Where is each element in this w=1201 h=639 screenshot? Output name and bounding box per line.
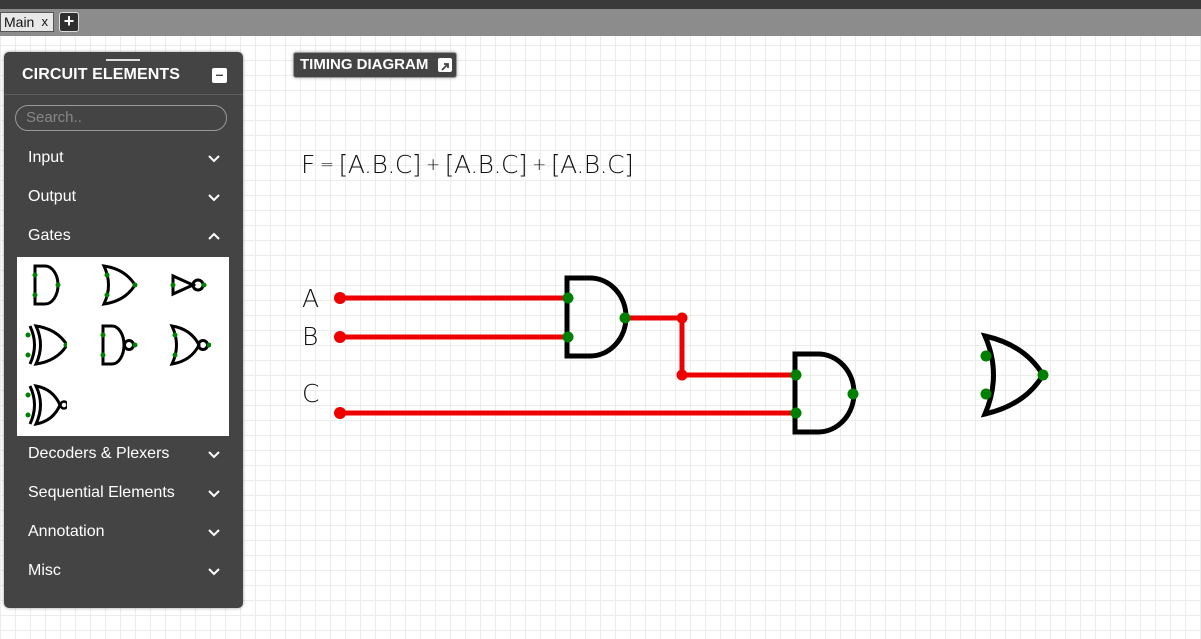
tab-main[interactable]: Main x xyxy=(0,12,54,32)
category-label: Input xyxy=(28,149,64,166)
input-a-node[interactable] xyxy=(334,292,346,304)
panel-title: CIRCUIT ELEMENTS xyxy=(22,66,181,83)
and1-input-pin[interactable] xyxy=(562,292,574,304)
xnor-gate-icon[interactable] xyxy=(23,383,67,427)
equation-term: [A.B.C] xyxy=(550,150,634,179)
category-sequential-elements[interactable]: Sequential Elements xyxy=(4,475,243,514)
input-b-node[interactable] xyxy=(334,331,346,343)
add-tab-button[interactable]: + xyxy=(59,12,79,32)
category-label: Misc xyxy=(28,562,61,579)
equation-equals: = xyxy=(319,155,334,175)
category-label: Gates xyxy=(28,227,71,244)
tab-label: Main xyxy=(4,14,35,30)
not-gate-icon[interactable] xyxy=(167,263,211,307)
and1-input-pin[interactable] xyxy=(562,331,574,343)
or-output-pin[interactable] xyxy=(1037,369,1049,381)
input-label-a[interactable]: A xyxy=(302,284,319,313)
chevron-down-icon xyxy=(208,490,220,498)
wire-and1-to-and2[interactable] xyxy=(622,315,799,378)
gates-palette xyxy=(17,257,229,436)
equation-term: [A.B.C] xyxy=(338,150,422,179)
category-annotation[interactable]: Annotation xyxy=(4,514,243,553)
chevron-down-icon xyxy=(208,529,220,537)
tab-close-button[interactable]: x xyxy=(42,13,49,31)
minimize-button[interactable]: – xyxy=(212,67,227,83)
equation-plus: + xyxy=(532,155,546,175)
and2-input-pin[interactable] xyxy=(790,369,802,381)
category-label: Output xyxy=(28,188,77,205)
panel-divider xyxy=(4,94,243,95)
wire-junction[interactable] xyxy=(676,369,688,381)
category-decoders-plexers[interactable]: Decoders & Plexers xyxy=(4,436,243,475)
chevron-down-icon xyxy=(208,451,220,459)
external-link-icon xyxy=(438,58,452,72)
chevron-down-icon xyxy=(208,568,220,576)
equation-label[interactable]: F = [A.B.C] + [A.B.C] + [A.B.C] xyxy=(301,150,634,179)
wire-endpoints xyxy=(334,292,688,419)
xor-gate-icon[interactable] xyxy=(23,323,67,367)
category-misc[interactable]: Misc xyxy=(4,553,243,592)
chevron-down-icon xyxy=(208,155,220,163)
or-gate[interactable] xyxy=(980,332,1046,418)
input-label-b[interactable]: B xyxy=(302,322,318,351)
panel-drag-handle[interactable] xyxy=(106,59,140,61)
category-gates[interactable]: Gates xyxy=(4,218,243,257)
nor-gate-icon[interactable] xyxy=(167,323,211,367)
and-gate-1[interactable] xyxy=(564,275,629,359)
timing-diagram-label: TIMING DIAGRAM xyxy=(300,56,429,73)
category-label: Decoders & Plexers xyxy=(28,445,170,462)
search-input[interactable]: Search.. xyxy=(15,105,227,131)
and2-input-pin[interactable] xyxy=(790,407,802,419)
timing-diagram-button[interactable]: TIMING DIAGRAM xyxy=(293,52,457,78)
category-label: Sequential Elements xyxy=(28,484,175,501)
equation-plus: + xyxy=(426,155,440,175)
window-top-strip xyxy=(0,0,1201,9)
and2-output-pin[interactable] xyxy=(847,388,859,400)
equation-lhs: F xyxy=(301,150,315,179)
chevron-down-icon xyxy=(208,194,220,202)
or-input-pin[interactable] xyxy=(980,388,992,400)
wire-junction[interactable] xyxy=(676,312,688,324)
category-output[interactable]: Output xyxy=(4,179,243,218)
category-input[interactable]: Input xyxy=(4,140,243,179)
nand-gate-icon[interactable] xyxy=(95,323,139,367)
and1-output-pin[interactable] xyxy=(619,312,631,324)
circuit-elements-panel: CIRCUIT ELEMENTS – Search.. Input Output… xyxy=(4,52,243,608)
input-label-c[interactable]: C xyxy=(302,379,319,408)
input-c-node[interactable] xyxy=(334,407,346,419)
and-gate-2[interactable] xyxy=(792,351,857,435)
equation-term: [A.B.C] xyxy=(444,150,528,179)
or-input-pin[interactable] xyxy=(980,350,992,362)
chevron-up-icon xyxy=(208,232,220,240)
or-gate-icon[interactable] xyxy=(95,263,139,307)
and-gate-icon[interactable] xyxy=(23,263,67,307)
category-label: Annotation xyxy=(28,523,105,540)
tab-bar: Main x + xyxy=(0,9,1201,36)
